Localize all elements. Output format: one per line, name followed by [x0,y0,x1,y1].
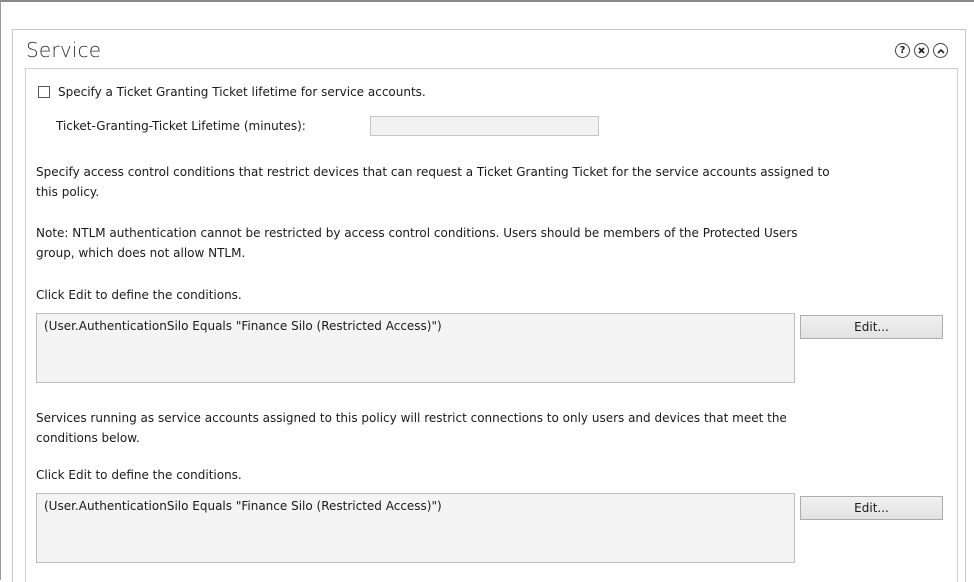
access-control-condition: (User.AuthenticationSilo Equals "Finance… [44,319,442,333]
tgt-lifetime-input[interactable] [370,116,599,136]
access-control-description-line2: this policy. [36,185,100,199]
service-connections-description-line2: conditions below. [36,431,140,445]
section-title: Service [26,38,102,62]
access-control-description: Specify access control conditions that r… [36,162,830,202]
service-connections-condition: (User.AuthenticationSilo Equals "Finance… [44,499,442,513]
window-frame: Service ? Specify a Ticket Granting Tick… [0,0,974,582]
help-icon[interactable]: ? [895,43,910,58]
access-control-click-edit: Click Edit to define the conditions. [36,288,242,302]
collapse-icon[interactable] [933,43,948,58]
header-icons: ? [895,43,948,58]
help-glyph: ? [899,44,906,56]
service-connections-conditions-box[interactable]: (User.AuthenticationSilo Equals "Finance… [36,493,795,563]
ntlm-note: Note: NTLM authentication cannot be rest… [36,223,798,263]
ntlm-note-line2: group, which does not allow NTLM. [36,246,246,260]
section-content: Specify a Ticket Granting Ticket lifetim… [25,68,958,582]
access-control-conditions-box[interactable]: (User.AuthenticationSilo Equals "Finance… [36,313,795,383]
access-control-description-line1: Specify access control conditions that r… [36,165,830,179]
service-connections-description-line1: Services running as service accounts ass… [36,411,787,425]
close-icon[interactable] [914,43,929,58]
tgt-lifetime-label: Ticket-Granting-Ticket Lifetime (minutes… [56,119,306,133]
access-control-edit-button[interactable]: Edit... [800,315,943,339]
tgt-lifetime-checkbox-label: Specify a Ticket Granting Ticket lifetim… [58,85,426,99]
ntlm-note-line1: Note: NTLM authentication cannot be rest… [36,226,798,240]
service-connections-click-edit: Click Edit to define the conditions. [36,468,242,482]
section-header: Service ? [12,32,966,68]
service-connections-edit-button[interactable]: Edit... [800,496,943,520]
service-connections-description: Services running as service accounts ass… [36,408,787,448]
tgt-lifetime-checkbox[interactable] [38,86,50,98]
